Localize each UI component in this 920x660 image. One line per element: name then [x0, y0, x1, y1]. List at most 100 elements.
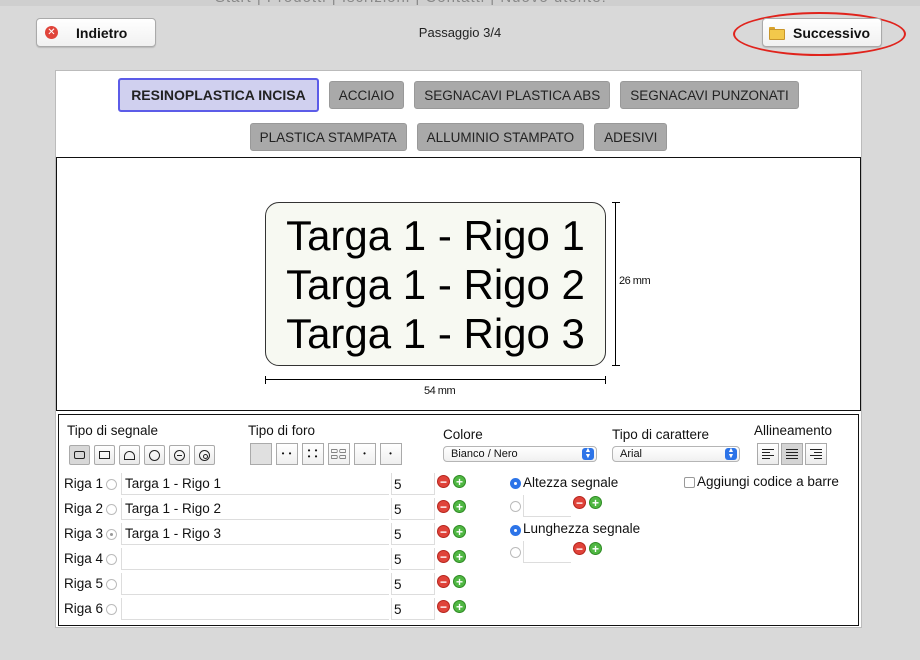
minus-circle-icon[interactable]: −	[437, 525, 450, 538]
length-option-label: Lunghezza segnale	[523, 521, 641, 536]
row-select-radio[interactable]	[106, 504, 117, 515]
plus-circle-icon[interactable]: +	[453, 550, 466, 563]
plus-circle-icon[interactable]: +	[453, 525, 466, 538]
next-button-label: Successivo	[793, 24, 871, 41]
plus-circle-icon[interactable]: +	[453, 475, 466, 488]
material-tab-segnacavi-punzonati[interactable]: SEGNACAVI PUNZONATI	[620, 81, 799, 109]
length-option-radio[interactable]	[510, 525, 521, 536]
hole-two-button[interactable]: • •	[276, 443, 298, 465]
row-select-radio[interactable]	[106, 554, 117, 565]
barcode-label: Aggiungi codice a barre	[697, 474, 839, 489]
hole-four-button[interactable]: • • • •	[302, 443, 324, 465]
row-text-input[interactable]: Targa 1 - Rigo 2	[121, 498, 389, 520]
row-select-radio[interactable]	[106, 479, 117, 490]
row-size-input[interactable]: 5	[391, 523, 435, 545]
material-tab-adesivi[interactable]: ADESIVI	[594, 123, 668, 151]
align-right-icon	[810, 447, 822, 461]
select-arrows-icon: ▲ ▼	[582, 447, 594, 460]
row-label: Riga 5	[64, 576, 104, 591]
shape-rect-button[interactable]	[94, 445, 115, 465]
length-value-radio[interactable]	[510, 547, 521, 558]
hole-left-button[interactable]: •	[354, 443, 376, 465]
material-tab-segnacavi-plastica-abs[interactable]: SEGNACAVI PLASTICA ABS	[414, 81, 611, 109]
circle-icon	[149, 449, 160, 461]
color-select[interactable]: Bianco / Nero ▲ ▼	[443, 446, 597, 462]
plate-line-2: Targa 1 - Rigo 2	[286, 260, 585, 308]
row-select-radio[interactable]	[106, 529, 117, 540]
left-hole-icon: •	[363, 449, 367, 458]
hole-type-title: Tipo di foro	[248, 423, 316, 438]
align-left-button[interactable]	[757, 443, 779, 465]
row-text-input[interactable]	[121, 598, 389, 620]
row-label: Riga 3	[64, 526, 104, 541]
minus-circle-icon[interactable]: −	[573, 542, 586, 555]
plus-circle-icon[interactable]: +	[453, 575, 466, 588]
row-text-input[interactable]	[121, 548, 389, 570]
minus-circle-icon[interactable]: −	[437, 500, 450, 513]
plus-circle-icon[interactable]: +	[453, 500, 466, 513]
circle-dot-icon	[199, 449, 210, 461]
row-size-input[interactable]: 5	[391, 473, 435, 495]
row-size-input[interactable]: 5	[391, 598, 435, 620]
controls-area: Tipo di segnale Tipo di foro • • • • • • …	[58, 414, 859, 626]
rect-icon	[99, 451, 110, 459]
row-text-input[interactable]	[121, 573, 389, 595]
shape-rounded-rect-button[interactable]	[69, 445, 90, 465]
align-center-button[interactable]	[781, 443, 803, 465]
row-text-input[interactable]: Targa 1 - Rigo 3	[121, 523, 389, 545]
shape-circle-button[interactable]	[144, 445, 165, 465]
select-arrows-icon: ▲ ▼	[725, 447, 737, 460]
row-text-input[interactable]: Targa 1 - Rigo 1	[121, 473, 389, 495]
minus-circle-icon[interactable]: −	[573, 496, 586, 509]
length-value-input[interactable]	[523, 541, 571, 563]
arch-icon	[124, 450, 135, 460]
next-button[interactable]: Successivo	[762, 18, 882, 47]
plus-circle-icon[interactable]: +	[589, 542, 602, 555]
minus-circle-icon[interactable]: −	[437, 550, 450, 563]
two-holes-icon: • •	[281, 449, 293, 458]
four-holes-icon: • • • •	[307, 446, 319, 461]
material-tab-plastica-stampata[interactable]: PLASTICA STAMPATA	[249, 123, 407, 151]
barcode-checkbox[interactable]	[684, 477, 695, 488]
row-size-input[interactable]: 5	[391, 498, 435, 520]
editor-panel: RESINOPLASTICA INCISA ACCIAIO SEGNACAVI …	[55, 70, 862, 628]
width-dimension-label: 54 mm	[424, 385, 456, 397]
hole-slots-button[interactable]: ▭▭ ▭▭	[328, 443, 350, 465]
row-label: Riga 2	[64, 501, 104, 516]
rounded-rect-icon	[74, 451, 85, 459]
font-select-value: Arial	[620, 448, 643, 460]
material-tab-alluminio-stampato[interactable]: ALLUMINIO STAMPATO	[416, 123, 585, 151]
right-hole-icon: •	[389, 449, 393, 458]
material-tab-resinoplastica-incisa[interactable]: RESINOPLASTICA INCISA	[118, 78, 319, 112]
height-value-input[interactable]	[523, 495, 571, 517]
minus-circle-icon[interactable]: −	[437, 475, 450, 488]
signal-type-title: Tipo di segnale	[67, 423, 159, 438]
alignment-title: Allineamento	[754, 423, 833, 438]
font-select[interactable]: Arial ▲ ▼	[612, 446, 740, 462]
shape-arch-button[interactable]	[119, 445, 140, 465]
minus-circle-icon[interactable]: −	[437, 600, 450, 613]
width-dimension-line	[265, 376, 606, 384]
height-value-radio[interactable]	[510, 501, 521, 512]
hole-none-button[interactable]	[250, 443, 272, 465]
align-right-button[interactable]	[805, 443, 827, 465]
height-option-radio[interactable]	[510, 478, 521, 489]
row-label: Riga 6	[64, 601, 104, 616]
plate-line-3: Targa 1 - Rigo 3	[286, 309, 585, 357]
height-option-label: Altezza segnale	[523, 475, 619, 490]
plus-circle-icon[interactable]: +	[589, 496, 602, 509]
minus-circle-icon[interactable]: −	[437, 575, 450, 588]
shape-circle-dot-button[interactable]	[194, 445, 215, 465]
row-select-radio[interactable]	[106, 604, 117, 615]
row-select-radio[interactable]	[106, 579, 117, 590]
font-title: Tipo di carattere	[612, 427, 710, 442]
row-size-input[interactable]: 5	[391, 573, 435, 595]
row-label: Riga 4	[64, 551, 104, 566]
plate-line-1: Targa 1 - Rigo 1	[286, 211, 585, 259]
row-size-input[interactable]: 5	[391, 548, 435, 570]
shape-circle-minus-button[interactable]	[169, 445, 190, 465]
background-window-titlebar: Start | Prodotti | Iscrizioni | Contatti…	[0, 0, 920, 6]
material-tab-acciaio[interactable]: ACCIAIO	[328, 81, 405, 109]
hole-right-button[interactable]: •	[380, 443, 402, 465]
plus-circle-icon[interactable]: +	[453, 600, 466, 613]
